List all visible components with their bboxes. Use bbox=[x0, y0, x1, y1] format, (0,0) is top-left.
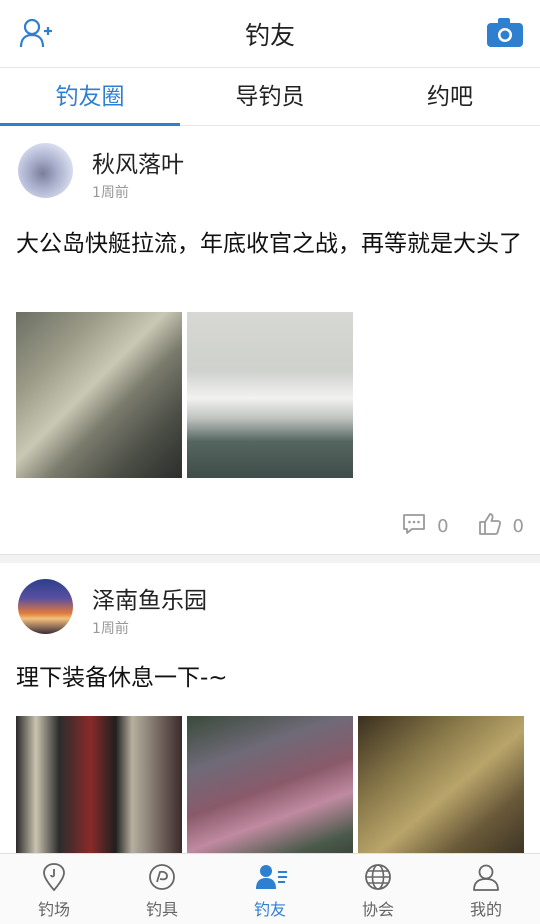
tab-fishing-circle[interactable]: 钓友圈 bbox=[0, 68, 180, 126]
comment-icon bbox=[401, 512, 427, 541]
bottom-nav: 钓场 钓具 钓友 协会 我的 bbox=[0, 853, 540, 924]
avatar[interactable] bbox=[18, 143, 73, 198]
location-pin-icon bbox=[39, 862, 69, 892]
nav-label: 我的 bbox=[469, 900, 502, 919]
nav-association[interactable]: 协会 bbox=[324, 854, 432, 924]
reel-icon bbox=[147, 862, 177, 892]
tab-bar: 钓友圈 导钓员 约吧 bbox=[0, 68, 540, 126]
globe-icon bbox=[363, 862, 393, 892]
post-username[interactable]: 秋风落叶 bbox=[92, 145, 184, 179]
post-content: 理下装备休息一下-~ bbox=[16, 665, 228, 691]
nav-label: 钓具 bbox=[145, 900, 178, 919]
post-time: 1周前 bbox=[92, 621, 129, 637]
tab-guides[interactable]: 导钓员 bbox=[180, 68, 360, 125]
nav-fishing-spots[interactable]: 钓场 bbox=[0, 854, 108, 924]
comment-count: 0 bbox=[437, 516, 449, 537]
top-bar: 钓友 bbox=[0, 0, 540, 68]
page-title: 钓友 bbox=[244, 21, 295, 50]
camera-icon[interactable] bbox=[486, 16, 524, 48]
post-stats: 0 0 bbox=[401, 511, 524, 542]
post-photo[interactable] bbox=[187, 312, 353, 478]
nav-friends[interactable]: 钓友 bbox=[216, 854, 324, 924]
post-photos bbox=[16, 716, 524, 853]
like-count: 0 bbox=[512, 516, 524, 537]
nav-label: 协会 bbox=[361, 900, 394, 919]
post-photos bbox=[16, 312, 353, 478]
post-card[interactable]: 泽南鱼乐园 1周前 理下装备休息一下-~ bbox=[0, 555, 540, 853]
nav-tackle[interactable]: 钓具 bbox=[108, 854, 216, 924]
thumbs-up-icon bbox=[477, 511, 503, 542]
avatar[interactable] bbox=[18, 579, 73, 634]
post-photo[interactable] bbox=[16, 312, 182, 478]
tab-meetups[interactable]: 约吧 bbox=[360, 68, 540, 125]
feed[interactable]: 秋风落叶 1周前 大公岛快艇拉流，年底收官之战，再等就是大头了 0 0 泽南鱼乐… bbox=[0, 127, 540, 853]
post-photo[interactable] bbox=[16, 716, 182, 853]
nav-label: 钓场 bbox=[37, 900, 70, 919]
post-content: 大公岛快艇拉流，年底收官之战，再等就是大头了 bbox=[16, 231, 522, 257]
post-username[interactable]: 泽南鱼乐园 bbox=[92, 581, 207, 615]
post-photo[interactable] bbox=[358, 716, 524, 853]
user-icon bbox=[471, 862, 501, 892]
nav-label: 钓友 bbox=[253, 900, 286, 919]
post-photo[interactable] bbox=[187, 716, 353, 853]
like-button[interactable]: 0 bbox=[477, 511, 524, 542]
post-card[interactable]: 秋风落叶 1周前 大公岛快艇拉流，年底收官之战，再等就是大头了 0 0 bbox=[0, 127, 540, 555]
comment-button[interactable]: 0 bbox=[401, 512, 449, 541]
post-time: 1周前 bbox=[92, 185, 129, 201]
friends-icon bbox=[255, 862, 287, 892]
nav-me[interactable]: 我的 bbox=[432, 854, 540, 924]
